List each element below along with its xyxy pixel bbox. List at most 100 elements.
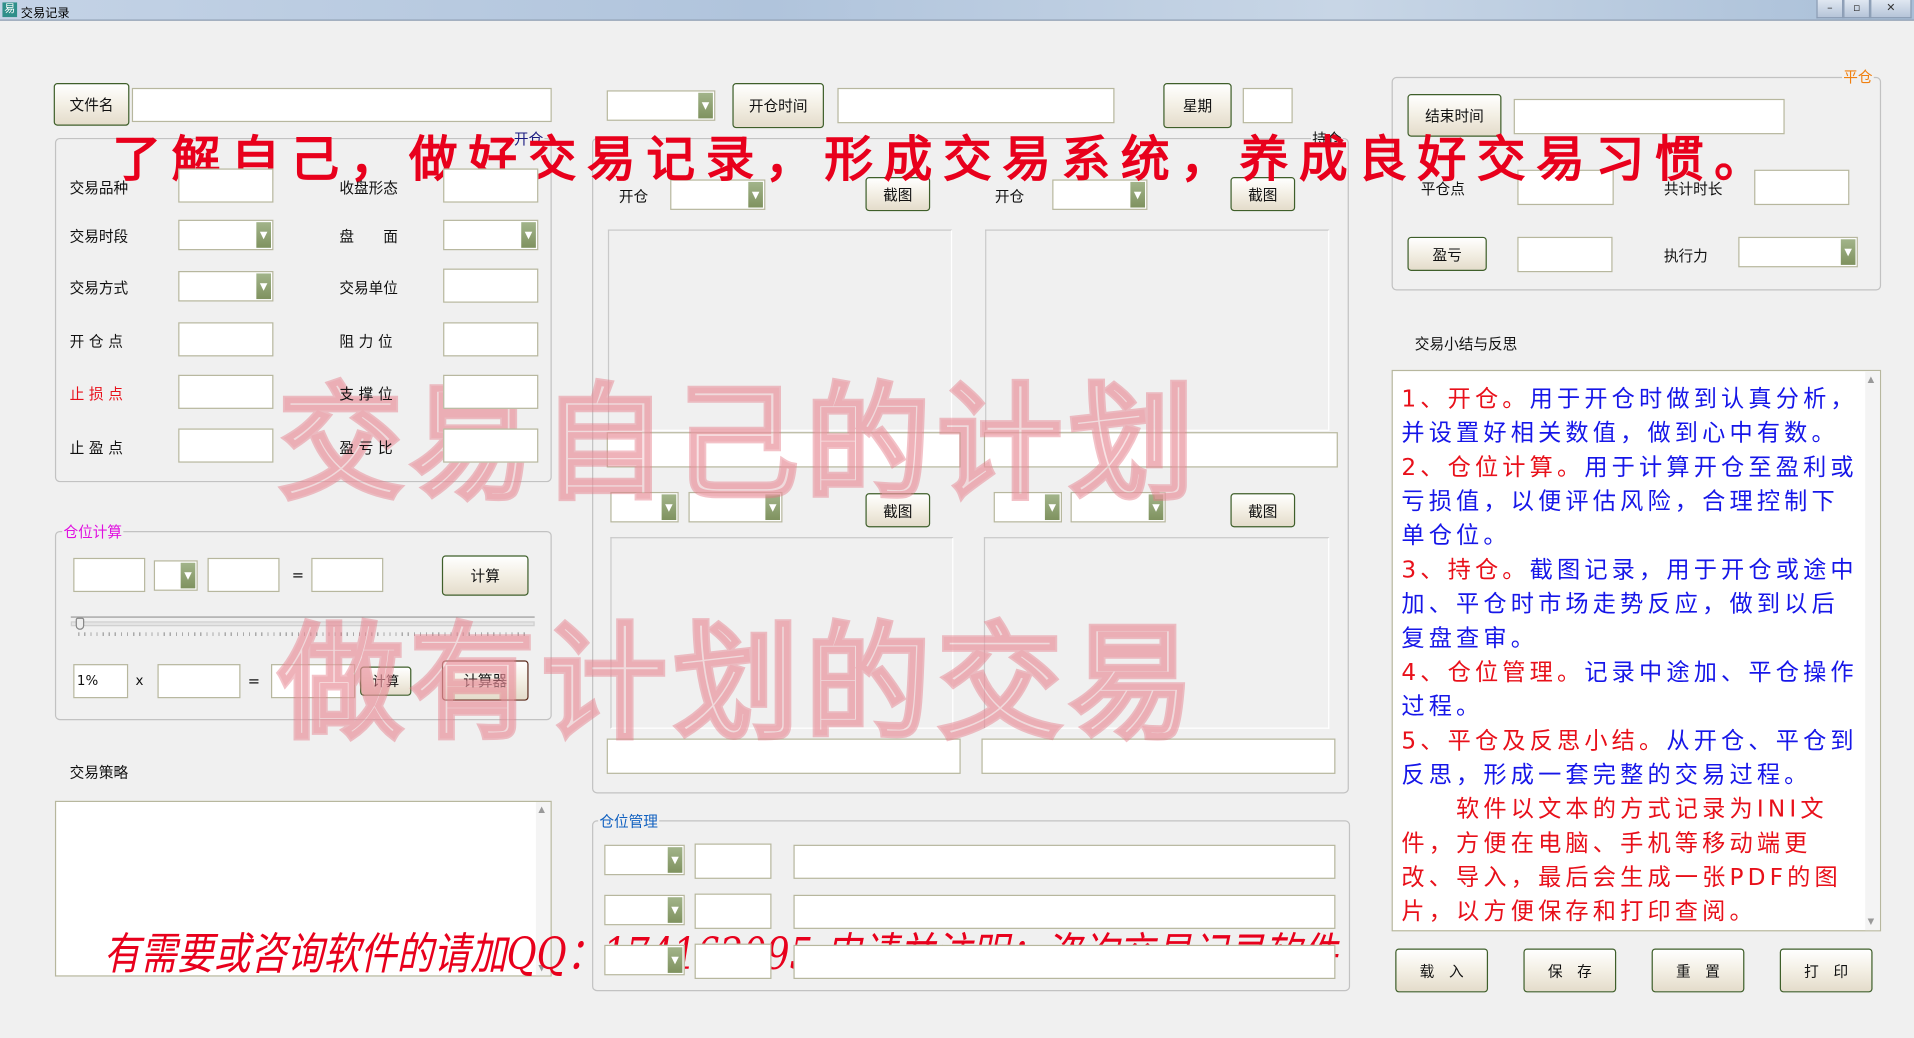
field-input[interactable] xyxy=(178,374,274,409)
load-button[interactable]: 载 入 xyxy=(1395,948,1489,993)
hold-combo-6[interactable]: ▼ xyxy=(1070,491,1166,523)
field-input[interactable] xyxy=(443,374,539,409)
close-point-input[interactable] xyxy=(1517,169,1614,206)
chevron-down-icon: ▼ xyxy=(667,847,683,873)
times-label: x xyxy=(135,672,144,689)
manage-amount-input[interactable] xyxy=(694,893,772,929)
risk-percent-input[interactable]: 1% xyxy=(73,664,129,699)
hold-combo-5[interactable]: ▼ xyxy=(993,491,1063,523)
summary-item-head: 2、仓位计算。 xyxy=(1401,454,1585,481)
calc-result-1[interactable] xyxy=(311,557,384,593)
field-combo[interactable]: ▼ xyxy=(443,219,539,251)
manage-note-input[interactable] xyxy=(793,844,1336,879)
manage-amount-input[interactable] xyxy=(694,943,772,980)
field-input[interactable] xyxy=(443,168,539,203)
field-label: 盘 面 xyxy=(339,228,398,246)
manage-combo[interactable]: ▼ xyxy=(604,894,685,926)
field-label: 交易单位 xyxy=(339,279,398,297)
chevron-down-icon: ▼ xyxy=(521,222,536,248)
manage-amount-input[interactable] xyxy=(694,843,772,879)
field-input[interactable] xyxy=(443,322,539,357)
slider-thumb[interactable] xyxy=(75,617,85,630)
screenshot-button-1[interactable]: 截图 xyxy=(865,177,931,212)
screenshot-panel-4[interactable] xyxy=(983,537,1330,729)
summary-item: 5、平仓及反思小结。从开仓、平仓到反思，形成一套完整的交易过程。 xyxy=(1401,724,1862,792)
strategy-label: 交易策略 xyxy=(69,764,129,782)
screenshot-panel-1[interactable] xyxy=(607,229,953,431)
open-time-input[interactable] xyxy=(837,87,1115,124)
field-input[interactable] xyxy=(443,428,539,463)
trade-record-window: 易 交易记录 – ▫ ✕ 文件名 ▼ 开仓时间 星期 开仓 仓位计算 ▼ = 计… xyxy=(0,0,1914,1038)
pnl-button[interactable]: 盈亏 xyxy=(1407,236,1487,271)
screenshot-note-3[interactable] xyxy=(606,738,961,774)
file-name-button[interactable]: 文件名 xyxy=(53,83,130,126)
end-time-input[interactable] xyxy=(1513,98,1785,135)
field-input[interactable] xyxy=(178,168,274,203)
capital-input[interactable] xyxy=(157,664,241,699)
hold-combo-4[interactable]: ▼ xyxy=(688,491,783,523)
screenshot-button-2[interactable]: 截图 xyxy=(1230,177,1296,212)
strategy-textarea[interactable]: ▲ ▼ xyxy=(54,800,552,977)
calculator-button[interactable]: 计算器 xyxy=(441,660,529,701)
manage-combo[interactable]: ▼ xyxy=(604,944,685,976)
hold-group-label: 持仓 xyxy=(1311,128,1343,149)
screenshot-note-4[interactable] xyxy=(981,738,1336,774)
execution-combo[interactable]: ▼ xyxy=(1738,236,1858,268)
open-time-button[interactable]: 开仓时间 xyxy=(732,83,824,129)
hold-combo-2[interactable]: ▼ xyxy=(1052,179,1148,210)
calc-result-2[interactable] xyxy=(270,664,356,699)
summary-item: 4、仓位管理。记录中途加、平仓操作过程。 xyxy=(1401,656,1862,724)
reset-button[interactable]: 重 置 xyxy=(1651,948,1745,993)
app-icon: 易 xyxy=(2,2,18,18)
close-button[interactable]: ✕ xyxy=(1870,0,1912,19)
summary-item: 3、持仓。截图记录，用于开仓或途中加、平仓时市场走势反应，做到以后复盘查审。 xyxy=(1401,553,1862,656)
screenshot-panel-2[interactable] xyxy=(985,229,1330,431)
calc-input-2[interactable] xyxy=(207,557,280,593)
hold-combo-3[interactable]: ▼ xyxy=(610,491,679,523)
summary-note: 软件以文本的方式记录为INI文件，方便在电脑、手机等移动端更改、导入，最后会生成… xyxy=(1401,795,1842,926)
screenshot-button-3[interactable]: 截图 xyxy=(865,493,931,528)
summary-textarea[interactable]: 1、开仓。用于开仓时做到认真分析，并设置好相关数值，做到心中有数。 2、仓位计算。… xyxy=(1391,369,1882,932)
chevron-down-icon: ▼ xyxy=(667,897,683,923)
close-point-label: 平仓点 xyxy=(1420,180,1465,198)
screenshot-note-2[interactable] xyxy=(983,432,1338,468)
total-time-label: 共计时长 xyxy=(1663,180,1723,198)
screenshot-note-1[interactable] xyxy=(606,432,961,468)
field-input[interactable] xyxy=(443,268,539,303)
calc-button[interactable]: 计算 xyxy=(441,555,529,596)
restore-button[interactable]: ▫ xyxy=(1843,0,1871,19)
field-combo[interactable]: ▼ xyxy=(178,219,274,251)
screenshot-button-4[interactable]: 截图 xyxy=(1230,493,1296,528)
field-combo[interactable]: ▼ xyxy=(178,270,274,302)
total-time-input[interactable] xyxy=(1754,169,1850,206)
manage-combo[interactable]: ▼ xyxy=(604,844,685,876)
field-label: 交易品种 xyxy=(69,179,129,197)
field-input[interactable] xyxy=(178,322,274,357)
weekday-input[interactable] xyxy=(1242,87,1293,124)
pnl-input[interactable] xyxy=(1517,236,1613,273)
scrollbar[interactable]: ▲ ▼ xyxy=(535,801,551,976)
manage-note-input[interactable] xyxy=(793,894,1336,929)
field-label: 阻 力 位 xyxy=(339,333,393,351)
summary-text: 1、开仓。用于开仓时做到认真分析，并设置好相关数值，做到心中有数。 2、仓位计算。… xyxy=(1401,382,1862,929)
end-time-button[interactable]: 结束时间 xyxy=(1407,93,1502,137)
scrollbar[interactable]: ▲ ▼ xyxy=(1865,371,1880,931)
summary-label: 交易小结与反思 xyxy=(1414,335,1518,353)
position-slider[interactable] xyxy=(70,616,535,636)
chevron-down-icon: ▼ xyxy=(180,562,196,589)
chevron-down-icon: ▼ xyxy=(1044,494,1060,521)
manage-note-input[interactable] xyxy=(793,944,1336,980)
save-button[interactable]: 保 存 xyxy=(1523,948,1617,993)
hold-combo-1[interactable]: ▼ xyxy=(670,179,766,210)
weekday-button[interactable]: 星期 xyxy=(1163,83,1232,129)
calc-input-1[interactable] xyxy=(73,557,146,593)
chevron-down-icon: ▼ xyxy=(667,947,683,973)
field-input[interactable] xyxy=(178,428,274,463)
minimize-button[interactable]: – xyxy=(1816,0,1844,19)
calc-operator-combo[interactable]: ▼ xyxy=(153,560,198,591)
print-button[interactable]: 打 印 xyxy=(1779,948,1873,993)
calc-small-button[interactable]: 计算 xyxy=(360,666,412,696)
file-name-input[interactable] xyxy=(131,87,552,123)
screenshot-panel-3[interactable] xyxy=(610,537,954,729)
top-combo[interactable]: ▼ xyxy=(606,90,716,121)
